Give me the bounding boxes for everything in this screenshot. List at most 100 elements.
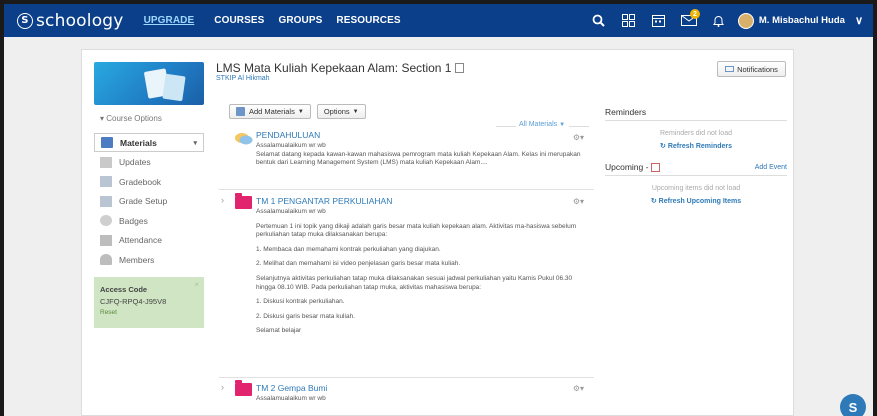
list-item: PENDAHULUAN Assalamualaikum wr wb Selama… — [219, 128, 594, 190]
material-title[interactable]: TM 2 Gempa Bumi — [256, 383, 327, 393]
material-line: 2. Diskusi garis besar mata kuliah. — [256, 312, 355, 320]
upcoming-header: Upcoming - Add Event — [605, 162, 787, 176]
material-title[interactable]: PENDAHULUAN — [256, 130, 320, 140]
materials-filter-label: All Materials — [519, 121, 558, 128]
upcoming-title: Upcoming - — [605, 162, 649, 172]
access-code-box: × Access Code CJFQ-RPQ4-J95V8 Reset — [94, 277, 204, 328]
sidebar-item-materials[interactable]: Materials ▾ — [94, 133, 204, 152]
gear-icon[interactable]: ⚙▾ — [573, 384, 584, 393]
refresh-icon: ↻ — [650, 198, 657, 205]
material-line: Assalamualaikum wr wb — [256, 395, 326, 402]
material-line: Selanjutnya aktivitas perkuliahan tatap … — [256, 274, 573, 291]
list-item: › TM 2 Gempa Bumi Assalamualaikum wr wb … — [219, 378, 594, 416]
material-description: Assalamualaikum wr wb Pertemuan 1 ini to… — [256, 208, 582, 336]
calendar-icon[interactable] — [646, 4, 672, 37]
user-name: M. Misbachul Huda — [758, 15, 845, 26]
sidebar-item-members[interactable]: Members — [94, 250, 204, 269]
sidebar-item-attendance[interactable]: Attendance — [94, 231, 204, 250]
mail-icon — [725, 66, 735, 72]
right-column: Reminders Reminders did not load ↻ Refre… — [605, 107, 787, 205]
search-icon[interactable] — [586, 4, 612, 37]
add-materials-label: Add Materials — [249, 107, 295, 116]
course-title: LMS Mata Kuliah Kepekaan Alam: Section 1 — [216, 61, 452, 75]
notifications-button[interactable]: Notifications — [717, 61, 786, 77]
top-navbar: S schoology UPGRADE COURSES GROUPS RESOU… — [4, 4, 873, 37]
chevron-right-icon[interactable]: › — [221, 382, 224, 392]
divider — [496, 126, 516, 127]
refresh-upcoming-link[interactable]: ↻ Refresh Upcoming Items — [605, 197, 787, 205]
sidebar-item-badges[interactable]: Badges — [94, 211, 204, 230]
course-options[interactable]: ▾ Course Options — [94, 114, 204, 123]
nav-right-tools: 2 M. Misbachul Huda ∨ — [582, 4, 873, 37]
access-code-title: Access Code — [100, 285, 148, 294]
messages-icon[interactable]: 2 — [676, 4, 702, 37]
caret-down-icon: ▼ — [297, 108, 304, 115]
options-label: Options — [323, 107, 350, 116]
material-line: Pertemuan 1 ini topik yang dikaji adalah… — [256, 222, 577, 239]
materials-filter[interactable]: All Materials ▼ — [519, 121, 565, 128]
attendance-icon — [100, 234, 112, 246]
chevron-down-icon: ∨ — [854, 15, 863, 27]
gear-icon[interactable]: ⚙▾ — [573, 197, 584, 206]
material-line: 1. Diskusi kontrak perkuliahan. — [256, 298, 345, 306]
course-picture-doc-icon-2 — [162, 73, 186, 102]
material-title[interactable]: TM 1 PENGANTAR PERKULIAHAN — [256, 196, 392, 206]
refresh-icon: ↻ — [659, 143, 666, 150]
sidebar-item-label: Grade Setup — [119, 196, 168, 206]
refresh-reminders-link[interactable]: ↻ Refresh Reminders — [605, 142, 787, 150]
refresh-upcoming-label: Refresh Upcoming Items — [658, 198, 742, 205]
options-button[interactable]: Options ▼ — [316, 104, 366, 119]
nav-courses-link[interactable]: COURSES — [214, 15, 264, 26]
app-frame: S schoology UPGRADE COURSES GROUPS RESOU… — [4, 4, 873, 416]
course-nav: Materials ▾ Updates Gradebook Grade Setu… — [94, 133, 204, 269]
floating-action-button[interactable]: S — [840, 394, 866, 416]
gear-icon[interactable]: ⚙▾ — [573, 133, 584, 142]
sidebar-item-label: Attendance — [119, 235, 163, 245]
material-line: 2. Melihat dan memahami isi video penjel… — [256, 260, 461, 268]
sidebar-item-grade-setup[interactable]: Grade Setup — [94, 192, 204, 211]
add-event-link[interactable]: Add Event — [755, 164, 787, 171]
calendar-icon[interactable] — [651, 162, 661, 172]
user-menu[interactable]: M. Misbachul Huda ∨ — [737, 12, 863, 29]
badges-icon — [100, 215, 112, 226]
school-link[interactable]: STKIP Al Hikmah — [216, 75, 270, 82]
sidebar-item-label: Gradebook — [119, 176, 162, 187]
apps-grid-icon[interactable] — [616, 4, 642, 37]
nav-upgrade-link[interactable]: UPGRADE — [144, 15, 195, 26]
materials-list: PENDAHULUAN Assalamualaikum wr wb Selama… — [219, 128, 594, 416]
updates-icon — [100, 156, 112, 168]
logo-text: schoology — [36, 10, 124, 31]
material-line: Selamat datang kepada kawan-kawan mahasi… — [256, 150, 581, 167]
grade-setup-icon — [100, 195, 112, 207]
material-line: Assalamualaikum wr wb — [256, 208, 326, 215]
material-line: 1. Membaca dan memahami kontrak perkulia… — [256, 245, 441, 253]
chevron-right-icon[interactable]: › — [221, 195, 224, 205]
sidebar-item-gradebook[interactable]: Gradebook — [94, 172, 204, 191]
reminders-message: Reminders did not load — [660, 130, 732, 137]
messages-badge: 2 — [689, 9, 700, 19]
sidebar-item-label: Members — [119, 254, 155, 265]
access-code-reset-link[interactable]: Reset — [100, 309, 198, 316]
schoology-logo[interactable]: S schoology — [17, 11, 124, 31]
access-code-value: CJFQ-RPQ4-J95V8 — [100, 297, 167, 306]
chevron-down-icon: ▾ — [193, 139, 197, 147]
material-line: Assalamualaikum wr wb — [256, 142, 326, 149]
avatar — [737, 12, 754, 29]
refresh-reminders-label: Refresh Reminders — [667, 143, 733, 150]
material-line: Selamat belajar — [256, 327, 302, 335]
material-description: Assalamualaikum wr wb — [256, 395, 582, 404]
sidebar-item-updates[interactable]: Updates — [94, 153, 204, 172]
nav-resources-link[interactable]: RESOURCES — [336, 15, 400, 26]
folder-icon — [235, 380, 252, 396]
close-icon[interactable]: × — [194, 280, 199, 289]
members-icon — [100, 254, 112, 265]
course-info-icon[interactable] — [455, 63, 465, 73]
course-picture[interactable] — [94, 62, 204, 105]
page-title: LMS Mata Kuliah Kepekaan Alam: Section 1 — [216, 61, 465, 75]
notifications-bell-icon[interactable] — [706, 4, 732, 37]
add-materials-button[interactable]: Add Materials ▼ — [229, 104, 311, 119]
folder-icon — [235, 193, 252, 209]
divider — [569, 126, 589, 127]
discussion-bubble-icon — [235, 133, 253, 145]
nav-groups-link[interactable]: GROUPS — [278, 15, 322, 26]
